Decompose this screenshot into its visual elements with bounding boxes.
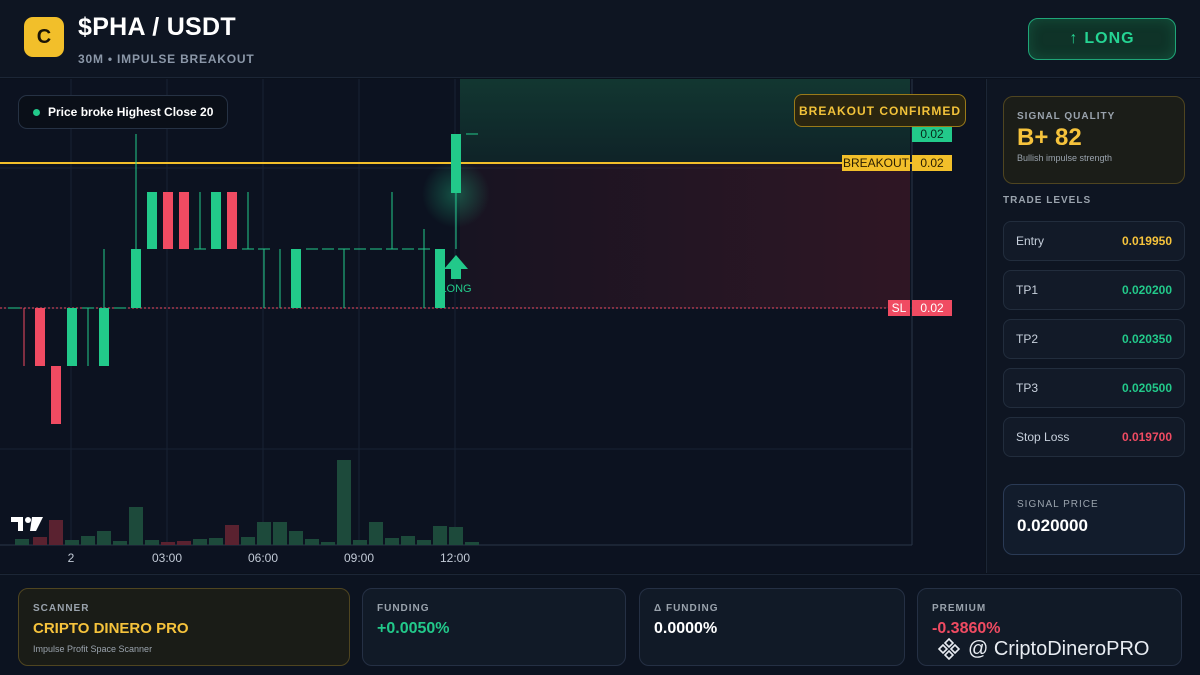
time-label: 2 [67, 551, 75, 565]
level-name: TP1 [1016, 283, 1039, 297]
level-name: TP2 [1016, 332, 1039, 346]
level-entry: Entry 0.019950 [1003, 221, 1185, 261]
breakout-note: Price broke Highest Close 20 [18, 95, 229, 129]
level-stop-loss: Stop Loss 0.019700 [1003, 417, 1185, 457]
level-value: 0.020200 [1121, 283, 1172, 297]
time-label: 09:00 [343, 551, 375, 565]
status-dot-icon [33, 108, 40, 116]
level-value: 0.020350 [1121, 332, 1172, 346]
signal-quality-label: SIGNAL QUALITY [1017, 111, 1116, 122]
breakout-price-text: 0.02 [920, 156, 944, 170]
level-name: Entry [1016, 234, 1045, 248]
signal-panel: SIGNAL QUALITY B+ 82 Bullish impulse str… [986, 79, 1200, 573]
signal-quality-desc: Bullish impulse strength [1017, 153, 1113, 163]
time-label: 12:00 [439, 551, 471, 565]
candles [8, 133, 478, 424]
pair-subtitle: 30M • IMPULSE BREAKOUT [78, 52, 255, 66]
breakout-confirmed-badge: BREAKOUT CONFIRMED [794, 94, 966, 127]
sl-price-text: 0.02 [920, 301, 944, 315]
signal-price-label: SIGNAL PRICE [1017, 499, 1099, 510]
scanner-desc: Impulse Profit Space Scanner [33, 644, 153, 654]
funding-card: FUNDING +0.0050% [362, 588, 626, 666]
level-value: 0.019700 [1121, 430, 1172, 444]
breakout-note-text: Price broke Highest Close 20 [48, 105, 214, 119]
scanner-label: SCANNER [33, 603, 90, 614]
delta-funding-label: Δ FUNDING [654, 603, 719, 614]
watermark: @ CriptoDineroPRO [936, 636, 1149, 662]
level-value: 0.020500 [1121, 381, 1172, 395]
scanner-name: CRIPTO DINERO PRO [33, 620, 189, 637]
signal-price-card: SIGNAL PRICE 0.020000 [1003, 484, 1185, 555]
chart-canvas [0, 79, 952, 546]
price-chart[interactable]: Price broke Highest Close 20 BREAKOUT CO… [0, 79, 985, 573]
funding-value: +0.0050% [377, 620, 450, 637]
long-signal-label: LONG [440, 283, 472, 295]
time-label: 03:00 [151, 551, 183, 565]
pair-title: $PHA / USDT [78, 13, 236, 41]
footer: SCANNER CRIPTO DINERO PRO Impulse Profit… [0, 574, 1200, 675]
top-price-text: 0.02 [920, 127, 944, 141]
premium-label: PREMIUM [932, 603, 987, 614]
sl-label-text: SL [891, 301, 907, 315]
signal-quality-card: SIGNAL QUALITY B+ 82 Bullish impulse str… [1003, 96, 1185, 184]
delta-funding-card: Δ FUNDING 0.0000% [639, 588, 905, 666]
arrow-up-icon: ↑ [1069, 30, 1079, 47]
signal-quality-value: B+ 82 [1017, 124, 1082, 151]
level-value: 0.019950 [1121, 234, 1172, 248]
watermark-text: @ CriptoDineroPRO [968, 637, 1150, 660]
delta-funding-value: 0.0000% [654, 620, 718, 637]
level-tp3: TP3 0.020500 [1003, 368, 1185, 408]
level-tp2: TP2 0.020350 [1003, 319, 1185, 359]
funding-label: FUNDING [377, 603, 430, 614]
app-logo: C [24, 17, 64, 57]
level-name: Stop Loss [1016, 430, 1070, 444]
time-label: 06:00 [247, 551, 279, 565]
level-name: TP3 [1016, 381, 1039, 395]
long-button-label: LONG [1084, 30, 1135, 47]
binance-icon [937, 637, 961, 661]
signal-price-value: 0.020000 [1017, 516, 1088, 535]
stop-loss-zone [460, 163, 910, 308]
breakout-label-text: BREAKOUT [842, 156, 909, 170]
level-tp1: TP1 0.020200 [1003, 270, 1185, 310]
header: C $PHA / USDT 30M • IMPULSE BREAKOUT ↑ L… [0, 0, 1200, 78]
trade-levels-title: TRADE LEVELS [1003, 195, 1092, 206]
scanner-card: SCANNER CRIPTO DINERO PRO Impulse Profit… [18, 588, 350, 666]
volume-bars [15, 460, 479, 545]
long-button[interactable]: ↑ LONG [1028, 18, 1176, 60]
